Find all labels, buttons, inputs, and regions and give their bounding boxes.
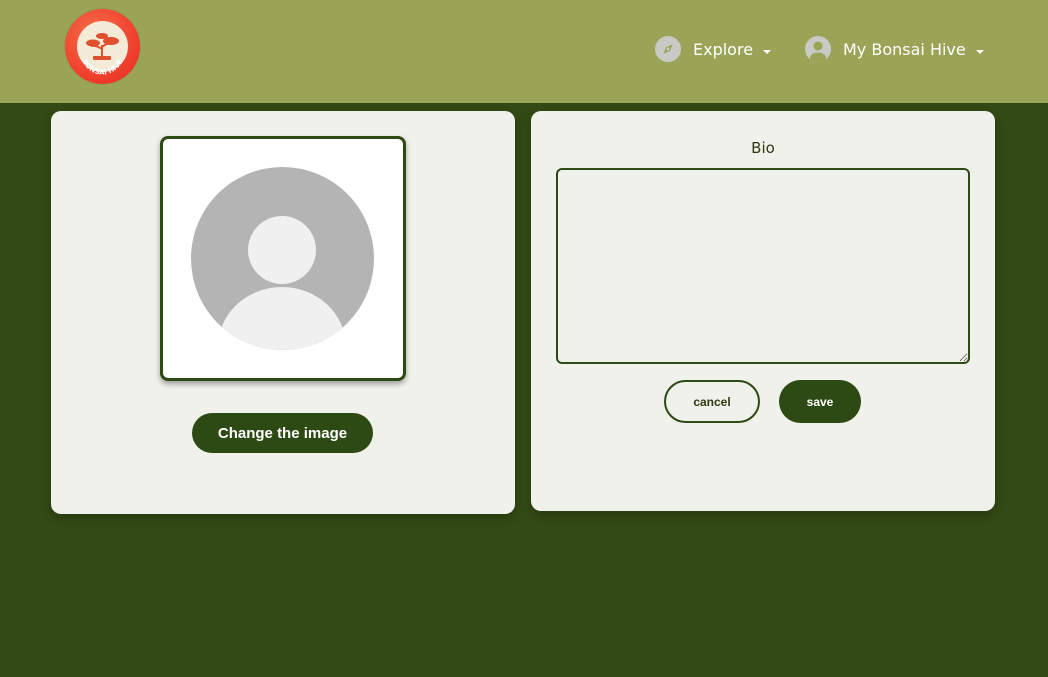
bonsai-tree-icon: BONSAI HIVE	[81, 33, 125, 77]
avatar-frame	[160, 136, 406, 381]
profile-image-card: Change the image	[51, 111, 515, 514]
avatar-placeholder-icon	[191, 167, 374, 350]
nav-my-bonsai-hive[interactable]: My Bonsai Hive	[805, 34, 984, 64]
change-image-button[interactable]: Change the image	[192, 413, 373, 453]
navbar: BONSAI HIVE Explore My Bonsai Hive	[0, 0, 1048, 103]
compass-icon	[655, 36, 681, 62]
nav-my-bonsai-hive-label: My Bonsai Hive	[843, 39, 966, 59]
bio-card: Bio cancel save	[531, 111, 995, 511]
save-button[interactable]: save	[779, 380, 861, 423]
bio-label: Bio	[751, 139, 775, 157]
nav-explore-label: Explore	[693, 39, 754, 59]
cancel-button[interactable]: cancel	[664, 380, 760, 423]
user-icon	[805, 36, 831, 62]
avatar-head	[248, 216, 316, 284]
bonsai-hive-logo[interactable]: BONSAI HIVE	[65, 9, 140, 84]
chevron-down-icon	[975, 50, 984, 54]
chevron-down-icon	[763, 50, 772, 54]
svg-text:BONSAI HIVE: BONSAI HIVE	[81, 58, 125, 77]
avatar-body	[218, 287, 346, 350]
nav-explore[interactable]: Explore	[655, 34, 772, 64]
bio-textarea[interactable]	[556, 168, 970, 364]
